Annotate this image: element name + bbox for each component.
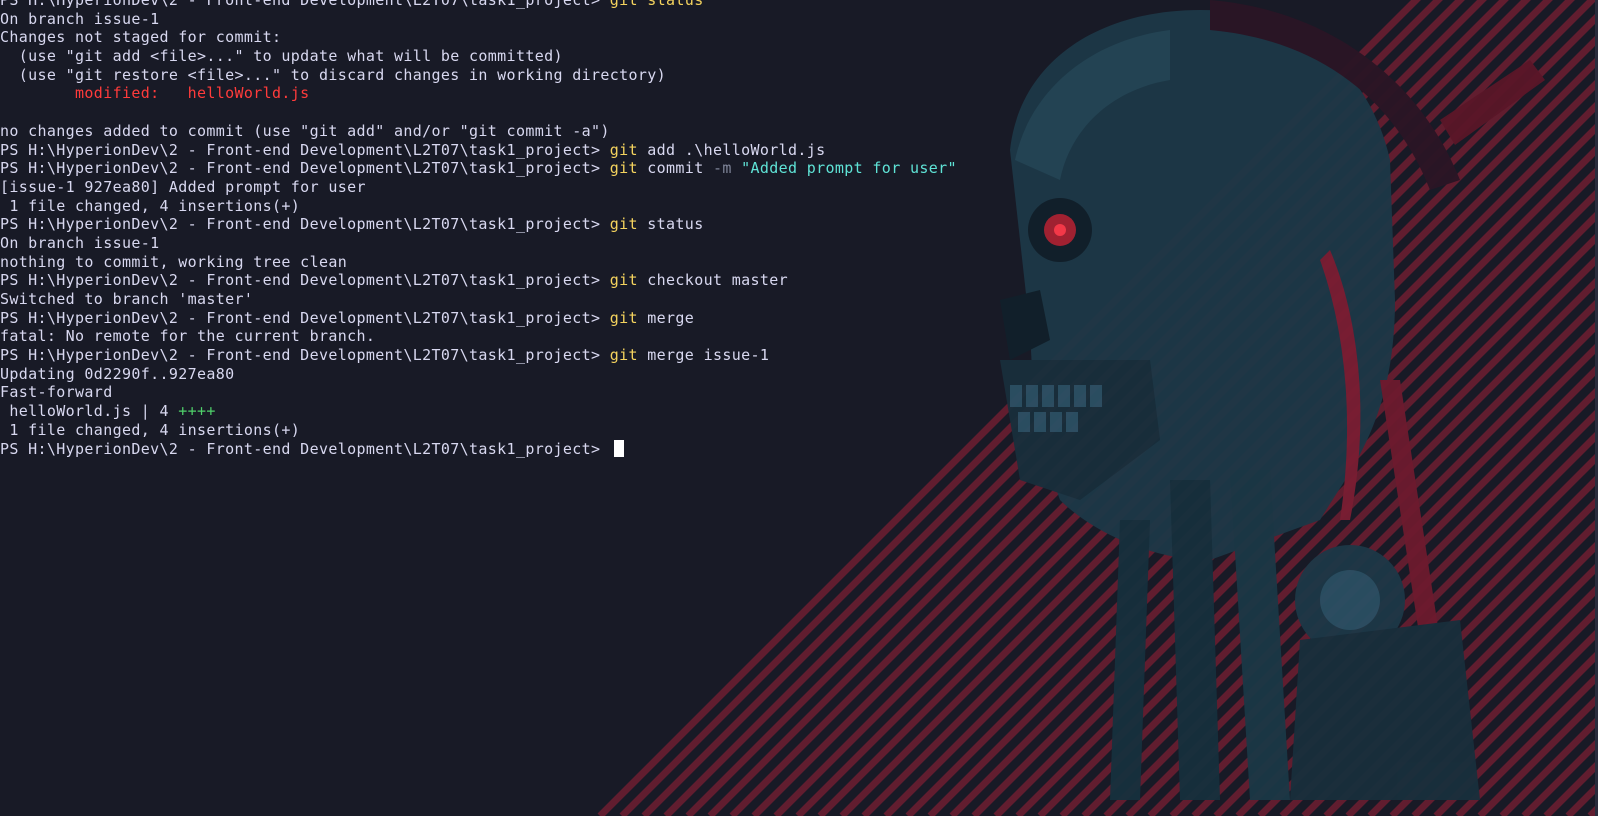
output-text: On branch issue-1 [0,233,160,252]
output-text: -m [712,159,732,178]
output-text: ++++ [178,402,216,421]
output-text: add .\helloWorld.js [637,140,826,159]
terminal-line: nothing to commit, working tree clean [0,253,957,272]
output-text: no changes added to commit (use "git add… [0,121,610,140]
prompt-text: PS H:\HyperionDev\2 - Front-end Developm… [0,140,610,159]
output-text: Changes not staged for commit: [0,28,282,47]
output-text: Switched to branch 'master' [0,290,254,308]
output-text: 1 file changed, 4 insertions(+) [0,420,301,439]
terminal-line: Switched to branch 'master' [0,290,957,309]
terminal-line: Updating 0d2290f..927ea80 [0,365,957,384]
prompt-text: PS H:\HyperionDev\2 - Front-end Developm… [0,308,610,327]
prompt-text: PS H:\HyperionDev\2 - Front-end Developm… [0,159,610,178]
output-text: modified: helloWorld.js [0,84,310,103]
output-text: git [609,140,638,159]
terminal-line: fatal: No remote for the current branch. [0,327,957,346]
output-text: merge issue-1 [637,346,770,365]
prompt-text: PS H:\HyperionDev\2 - Front-end Developm… [0,0,610,9]
output-text: status [637,0,704,9]
output-text: merge [637,308,695,327]
output-text: git [609,308,638,327]
text-cursor[interactable] [613,439,624,457]
output-text: On branch issue-1 [0,9,160,28]
output-text: [issue-1 927ea80] Added prompt for user [0,177,366,196]
terminal-line: [issue-1 927ea80] Added prompt for user [0,178,957,197]
output-text: commit [637,159,713,178]
output-text: (use "git restore <file>..." to discard … [0,65,667,84]
terminal-line: no changes added to commit (use "git add… [0,122,957,141]
robot-skull-icon [1000,0,1545,800]
output-text: git [609,346,638,365]
terminal-line: PS H:\HyperionDev\2 - Front-end Developm… [0,0,957,10]
terminal-line: PS H:\HyperionDev\2 - Front-end Developm… [0,271,957,290]
output-text: helloWorld.js | 4 [0,402,179,421]
terminal-line: (use "git add <file>..." to update what … [0,47,957,66]
terminal-line: Changes not staged for commit: [0,28,957,47]
terminal-line: PS H:\HyperionDev\2 - Front-end Developm… [0,141,957,160]
prompt-text: PS H:\HyperionDev\2 - Front-end Developm… [0,271,610,290]
terminal-line: Fast-forward [0,383,957,402]
output-text: (use "git add <file>..." to update what … [0,47,563,66]
output-text: "Added prompt for user" [731,159,957,178]
output-text: git [609,215,638,234]
output-text: Updating 0d2290f..927ea80 [0,364,235,383]
terminal-output[interactable]: PS H:\HyperionDev\2 - Front-end Developm… [0,0,957,458]
terminal-line: (use "git restore <file>..." to discard … [0,66,957,85]
terminal-line: On branch issue-1 [0,234,957,253]
prompt-text: PS H:\HyperionDev\2 - Front-end Developm… [0,439,610,458]
terminal-line: PS H:\HyperionDev\2 - Front-end Developm… [0,346,957,365]
output-text: git [609,271,638,290]
output-text: checkout master [637,271,788,290]
terminal-line: PS H:\HyperionDev\2 - Front-end Developm… [0,215,957,234]
prompt-text: PS H:\HyperionDev\2 - Front-end Developm… [0,215,610,234]
output-text: git [609,159,638,178]
terminal-scrollbar[interactable] [1568,0,1598,816]
terminal-line: modified: helloWorld.js [0,84,957,103]
output-text: git [609,0,638,9]
terminal-line: PS H:\HyperionDev\2 - Front-end Developm… [0,159,957,178]
terminal-line: PS H:\HyperionDev\2 - Front-end Developm… [0,439,957,459]
terminal-line: PS H:\HyperionDev\2 - Front-end Developm… [0,309,957,328]
terminal-line: On branch issue-1 [0,10,957,29]
output-text: fatal: No remote for the current branch. [0,327,376,346]
output-text: 1 file changed, 4 insertions(+) [0,196,301,215]
output-text: nothing to commit, working tree clean [0,252,348,271]
output-text: status [637,215,704,234]
terminal-line: helloWorld.js | 4 ++++ [0,402,957,421]
terminal-line: 1 file changed, 4 insertions(+) [0,197,957,216]
output-text: Fast-forward [0,383,113,402]
prompt-text: PS H:\HyperionDev\2 - Front-end Developm… [0,346,610,365]
terminal-line: 1 file changed, 4 insertions(+) [0,421,957,440]
